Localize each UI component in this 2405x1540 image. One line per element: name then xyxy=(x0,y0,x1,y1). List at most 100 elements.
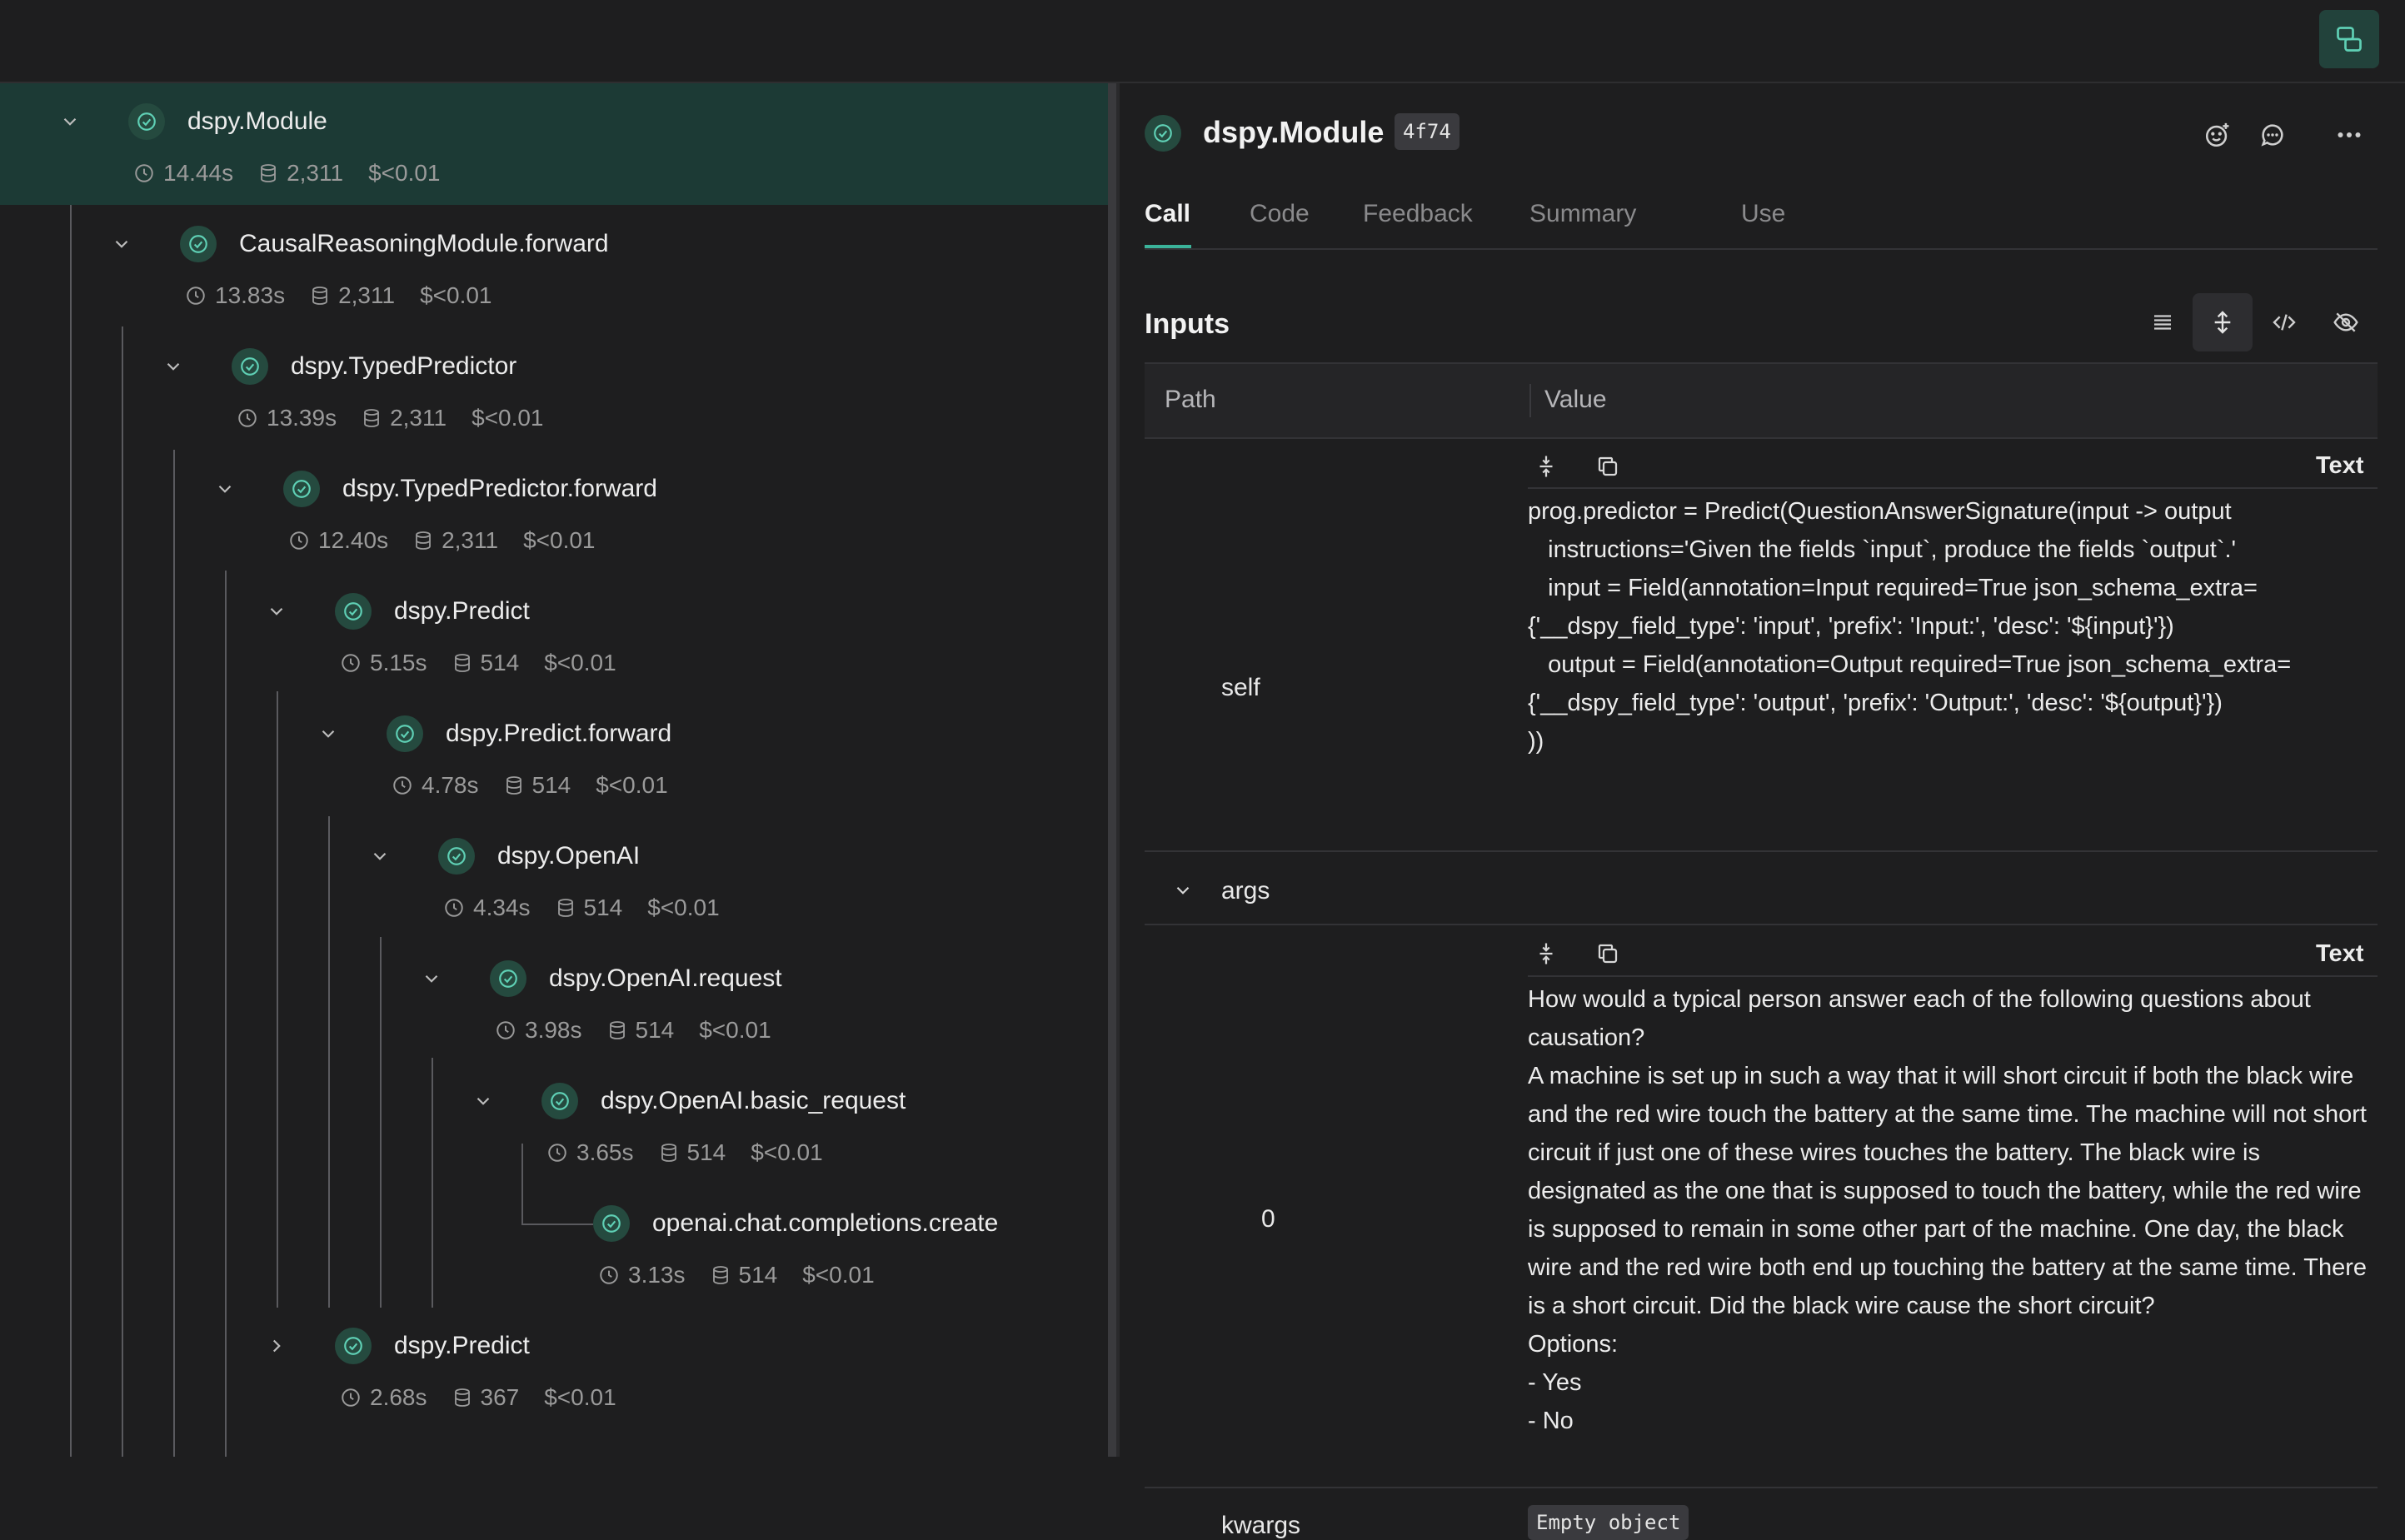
latency-value: 5.15s xyxy=(370,650,427,675)
latency: 3.13s xyxy=(598,1262,686,1288)
tree-node-metrics: 5.15s 514 $<0.01 xyxy=(340,650,641,676)
compare-button[interactable] xyxy=(2319,10,2379,68)
clock-icon xyxy=(187,287,205,305)
cost: $<0.01 xyxy=(544,650,616,676)
compare-icon xyxy=(2337,27,2362,52)
cost-value: $<0.01 xyxy=(420,282,492,308)
check-circle-icon xyxy=(335,593,372,630)
chevron-down-icon[interactable] xyxy=(58,110,82,133)
tree-node-name[interactable]: dspy.TypedPredictor.forward xyxy=(342,475,657,503)
cost: $<0.01 xyxy=(420,282,491,309)
tree-node-name[interactable]: dspy.Predict xyxy=(394,1332,530,1360)
tree-node-name[interactable]: dspy.Module xyxy=(187,107,327,136)
tree-node-name[interactable]: dspy.OpenAI.basic_request xyxy=(601,1087,906,1115)
tab-use[interactable]: Use xyxy=(1741,200,1785,228)
emoji-add-icon[interactable] xyxy=(2199,117,2236,153)
tab-feedback[interactable]: Feedback xyxy=(1363,200,1473,228)
column-divider[interactable] xyxy=(1529,384,1531,417)
cost-value: $<0.01 xyxy=(544,650,616,675)
tree-node-name[interactable]: dspy.Predict xyxy=(394,597,530,625)
path-column-header[interactable]: Path xyxy=(1165,386,1216,414)
tree-node-name[interactable]: openai.chat.completions.create xyxy=(652,1209,998,1238)
resize-handle[interactable] xyxy=(1108,83,1116,1457)
tokens: 2,311 xyxy=(362,405,447,431)
list-view-button[interactable] xyxy=(2133,293,2193,351)
latency: 2.68s xyxy=(340,1384,427,1411)
latency: 3.98s xyxy=(495,1017,582,1044)
tree-node-name[interactable]: dspy.Predict.forward xyxy=(446,720,671,748)
clock-icon xyxy=(600,1266,618,1284)
code-view-button[interactable] xyxy=(2254,293,2314,351)
tokens: 367 xyxy=(452,1384,519,1411)
comment-icon[interactable] xyxy=(2254,117,2291,153)
collapse-icon[interactable] xyxy=(1529,937,1563,970)
copy-icon[interactable] xyxy=(1591,450,1624,483)
tokens-value: 514 xyxy=(686,1139,726,1165)
latency: 14.44s xyxy=(133,160,233,187)
clock-icon xyxy=(393,776,412,795)
tree-guide-line xyxy=(122,326,123,1457)
panel-title: dspy.Module xyxy=(1203,115,1385,149)
check-circle-icon xyxy=(387,715,423,752)
database-icon xyxy=(609,1021,625,1039)
latency-value: 3.13s xyxy=(628,1262,686,1288)
database-icon xyxy=(364,409,379,427)
clock-icon xyxy=(496,1021,515,1039)
copy-icon[interactable] xyxy=(1591,937,1624,970)
check-circle-icon xyxy=(593,1205,630,1242)
tokens: 2,311 xyxy=(310,282,395,309)
latency-value: 13.83s xyxy=(215,282,286,308)
value-toolbar-divider xyxy=(1528,975,2378,977)
tokens: 514 xyxy=(556,895,622,921)
hide-button[interactable] xyxy=(2316,293,2376,351)
chevron-down-icon[interactable] xyxy=(472,1089,495,1113)
chevron-down-icon[interactable] xyxy=(317,722,340,745)
tree-node-name[interactable]: dspy.OpenAI.request xyxy=(549,964,782,993)
chevron-down-icon[interactable] xyxy=(110,232,133,256)
chevron-down-icon[interactable] xyxy=(213,477,237,501)
database-icon xyxy=(312,287,327,305)
clock-icon xyxy=(445,899,463,917)
tree-node-metrics: 12.40s 2,311 $<0.01 xyxy=(288,527,621,554)
row-divider xyxy=(1145,850,2378,852)
tokens: 514 xyxy=(607,1017,674,1044)
tree-node-name[interactable]: CausalReasoningModule.forward xyxy=(239,230,609,258)
latency-value: 14.44s xyxy=(163,160,234,186)
cost-value: $<0.01 xyxy=(699,1017,771,1043)
more-icon[interactable] xyxy=(2331,117,2368,153)
cost: $<0.01 xyxy=(699,1017,771,1044)
latency-value: 2.68s xyxy=(370,1384,427,1410)
tree-guide-line xyxy=(225,571,227,1457)
value-column-header[interactable]: Value xyxy=(1544,386,1607,414)
call-id-badge[interactable]: 4f74 xyxy=(1395,113,1459,150)
tokens: 514 xyxy=(504,772,571,799)
clock-icon xyxy=(135,164,153,182)
chevron-down-icon[interactable] xyxy=(1166,874,1200,907)
tokens: 514 xyxy=(659,1139,726,1166)
latency: 13.83s xyxy=(185,282,285,309)
cost: $<0.01 xyxy=(368,160,440,187)
row-divider xyxy=(1145,924,2378,925)
check-circle-icon xyxy=(438,838,475,875)
tree-node-name[interactable]: dspy.OpenAI xyxy=(497,842,640,870)
tree-node-metrics: 13.83s 2,311 $<0.01 xyxy=(185,282,517,309)
check-circle-icon xyxy=(335,1328,372,1364)
chevron-down-icon[interactable] xyxy=(368,845,392,868)
expand-rows-button[interactable] xyxy=(2193,293,2253,351)
detail-panel: dspy.Module 4f74 Call Code Feedback Summ… xyxy=(1120,83,2405,1540)
tree-guide-line xyxy=(432,1058,433,1308)
chevron-down-icon[interactable] xyxy=(265,600,288,623)
tab-code[interactable]: Code xyxy=(1250,200,1310,228)
tab-summary[interactable]: Summary xyxy=(1529,200,1636,228)
chevron-right-icon[interactable] xyxy=(265,1334,288,1358)
check-circle-icon xyxy=(541,1083,578,1119)
tab-call[interactable]: Call xyxy=(1145,200,1190,228)
tree-node-name[interactable]: dspy.TypedPredictor xyxy=(291,352,516,381)
latency: 3.65s xyxy=(546,1139,634,1166)
cost-value: $<0.01 xyxy=(544,1384,616,1410)
chevron-down-icon[interactable] xyxy=(420,967,443,990)
clock-icon xyxy=(342,654,360,672)
chevron-down-icon[interactable] xyxy=(162,355,185,378)
latency-value: 3.65s xyxy=(576,1139,634,1165)
collapse-icon[interactable] xyxy=(1529,450,1563,483)
